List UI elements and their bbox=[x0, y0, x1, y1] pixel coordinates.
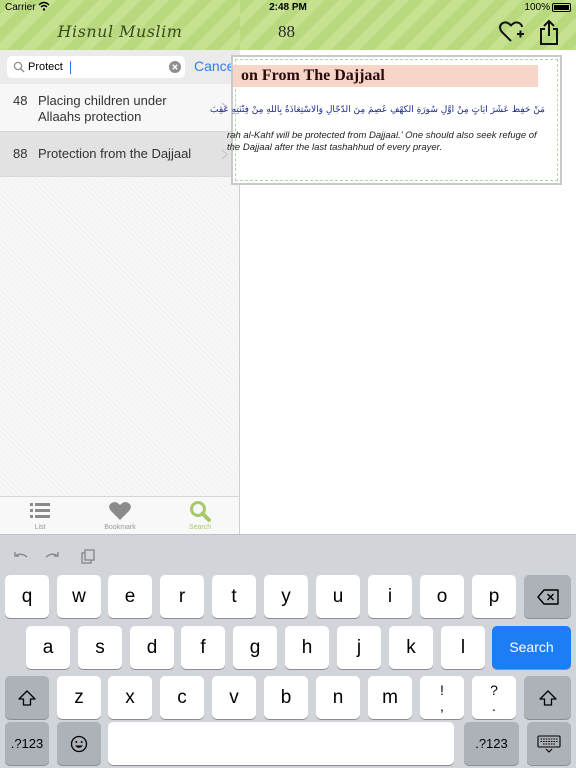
redo-icon[interactable] bbox=[44, 549, 62, 565]
keyboard-hide-icon bbox=[537, 734, 561, 753]
key-i[interactable]: i bbox=[368, 575, 412, 618]
key-m[interactable]: m bbox=[368, 676, 412, 719]
tab-label: Bookmark bbox=[104, 524, 136, 531]
key-x[interactable]: x bbox=[108, 676, 152, 719]
key-exclamation-comma[interactable]: ! , bbox=[420, 676, 464, 719]
search-icon bbox=[13, 61, 25, 73]
key-b[interactable]: b bbox=[264, 676, 308, 719]
text-caret bbox=[70, 61, 71, 74]
key-g[interactable]: g bbox=[233, 626, 277, 669]
app-title: Hisnul Muslim bbox=[57, 22, 183, 41]
detail-content: on From The Dajjaal مَنْ حَفِظَ عَشْرَ آ… bbox=[210, 50, 576, 534]
key-j[interactable]: j bbox=[337, 626, 381, 669]
shift-icon bbox=[18, 689, 36, 706]
tab-label: Search bbox=[188, 524, 212, 531]
search-input[interactable] bbox=[28, 56, 162, 78]
backspace-icon bbox=[536, 588, 559, 605]
status-time: 2:48 PM bbox=[269, 2, 307, 13]
list-item-number: 48 bbox=[13, 93, 28, 108]
key-top-char: ! bbox=[440, 682, 444, 698]
key-question-period[interactable]: ? . bbox=[472, 676, 516, 719]
key-a[interactable]: a bbox=[26, 626, 70, 669]
dua-card: on From The Dajjaal مَنْ حَفِظَ عَشْرَ آ… bbox=[210, 55, 562, 185]
key-u[interactable]: u bbox=[316, 575, 360, 618]
key-bottom-char: . bbox=[492, 698, 496, 714]
tab-bar: List Bookmark Search bbox=[0, 496, 240, 534]
keyboard: q w e r t y u i o p a s d f g h j k l Se… bbox=[0, 534, 576, 768]
paste-icon[interactable] bbox=[79, 549, 97, 565]
app-root: Carrier 2:48 PM 100% Hisnul Muslim 88 Pr… bbox=[0, 0, 576, 768]
search-icon bbox=[190, 501, 211, 522]
battery-percent: 100% bbox=[524, 2, 550, 13]
tab-bookmark[interactable]: Bookmark bbox=[80, 497, 160, 535]
emoji-key[interactable] bbox=[57, 722, 101, 765]
arabic-text: مَنْ حَفِظَ عَشْرَ آيَاتٍ مِنْ أَوَّلِ س… bbox=[209, 105, 545, 115]
dua-heading: on From The Dajjaal bbox=[241, 67, 385, 84]
key-bottom-char: , bbox=[440, 698, 444, 714]
clear-icon[interactable] bbox=[169, 61, 181, 73]
tab-list[interactable]: List bbox=[0, 497, 80, 535]
battery-icon bbox=[552, 3, 571, 12]
key-s[interactable]: s bbox=[78, 626, 122, 669]
list-item[interactable]: 88 Protection from the Dajjaal bbox=[0, 132, 240, 177]
key-w[interactable]: w bbox=[57, 575, 101, 618]
tab-search[interactable]: Search bbox=[160, 497, 240, 535]
key-c[interactable]: c bbox=[160, 676, 204, 719]
result-list: 48 Placing children under Allaahs protec… bbox=[0, 84, 240, 177]
space-key[interactable] bbox=[108, 722, 454, 765]
list-item-number: 88 bbox=[13, 146, 28, 161]
key-top-char: ? bbox=[490, 682, 498, 698]
share-button[interactable] bbox=[536, 19, 562, 45]
list-item-label: Protection from the Dajjaal bbox=[38, 146, 192, 161]
status-bar: Carrier 2:48 PM 100% bbox=[0, 0, 576, 16]
key-n[interactable]: n bbox=[316, 676, 360, 719]
key-y[interactable]: y bbox=[264, 575, 308, 618]
heart-icon bbox=[109, 502, 131, 520]
search-bar: Cancel bbox=[0, 50, 240, 84]
list-icon bbox=[30, 503, 50, 518]
detail-number: 88 bbox=[278, 22, 295, 41]
shift-icon bbox=[538, 689, 557, 706]
key-d[interactable]: d bbox=[130, 626, 174, 669]
translation-text: rah al-Kahf will be protected from Dajja… bbox=[227, 130, 537, 153]
search-key[interactable]: Search bbox=[492, 626, 571, 669]
tab-label: List bbox=[34, 524, 46, 531]
key-p[interactable]: p bbox=[472, 575, 516, 618]
master-panel: Cancel 48 Placing children under Allaahs… bbox=[0, 50, 240, 534]
key-f[interactable]: f bbox=[181, 626, 225, 669]
numbers-key-left[interactable]: .?123 bbox=[5, 722, 49, 765]
key-t[interactable]: t bbox=[212, 575, 256, 618]
undo-icon[interactable] bbox=[11, 549, 29, 565]
shift-key-right[interactable] bbox=[524, 676, 571, 719]
key-o[interactable]: o bbox=[420, 575, 464, 618]
key-v[interactable]: v bbox=[212, 676, 256, 719]
search-field[interactable] bbox=[7, 56, 185, 78]
backspace-key[interactable] bbox=[524, 575, 571, 618]
key-q[interactable]: q bbox=[5, 575, 49, 618]
key-r[interactable]: r bbox=[160, 575, 204, 618]
emoji-icon bbox=[70, 735, 88, 752]
add-favorite-button[interactable] bbox=[498, 19, 524, 45]
key-e[interactable]: e bbox=[108, 575, 152, 618]
key-z[interactable]: z bbox=[57, 676, 101, 719]
numbers-key-right[interactable]: .?123 bbox=[464, 722, 519, 765]
key-l[interactable]: l bbox=[441, 626, 485, 669]
key-h[interactable]: h bbox=[285, 626, 329, 669]
key-k[interactable]: k bbox=[389, 626, 433, 669]
dismiss-keyboard-key[interactable] bbox=[527, 722, 571, 765]
shift-key-left[interactable] bbox=[5, 676, 49, 719]
